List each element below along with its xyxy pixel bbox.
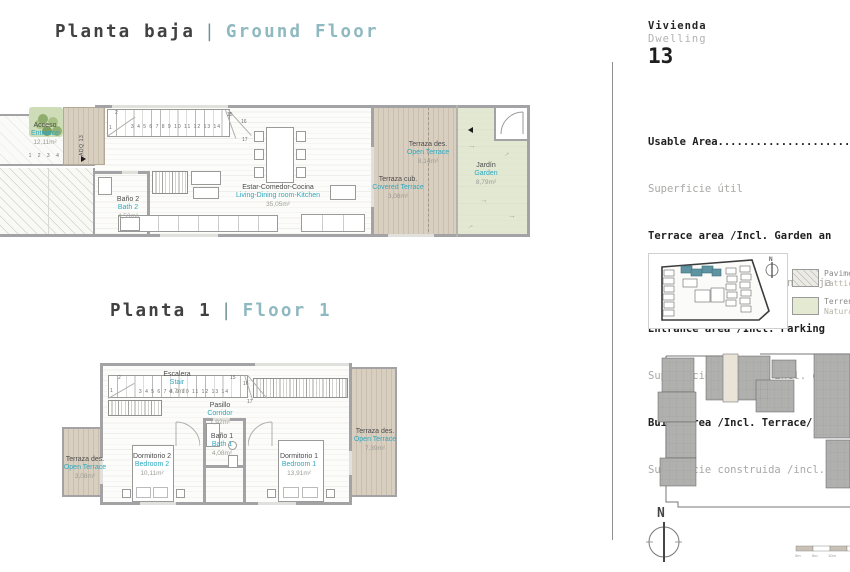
legend-lattice-line2: Lattic — [824, 279, 850, 288]
chair — [254, 131, 264, 142]
f1-wall-bottom — [100, 502, 352, 505]
svg-text:N: N — [769, 256, 773, 263]
ground-title-es: Planta baja — [55, 22, 196, 42]
window-bottom — [388, 234, 434, 237]
legend-swatch-lattice — [792, 269, 819, 287]
pillow — [302, 487, 318, 498]
area-line-usable-es: Superficie útil — [648, 182, 743, 195]
room-label-stair: Escalera Stair 4,7m² — [163, 371, 191, 395]
highlighted-unit — [722, 353, 739, 403]
closet — [108, 400, 162, 416]
f1-stair-num-15: 15 — [230, 375, 236, 381]
page: Planta baja | Ground Floor Planta 1 | Floor … — [0, 0, 850, 572]
legend-natural-line2: Natura — [824, 307, 850, 316]
floor1-plan: 1 2 3 4 5 6 7 8 9 10 11 12 13 14 15 16 1… — [62, 363, 398, 507]
f1-stair-num-1: 1 — [110, 388, 113, 394]
room-label-terrace-right: Terraza des. Open Terrace 7,39m² — [353, 428, 397, 452]
garden-arrow-icon: → — [468, 141, 476, 150]
chair — [254, 167, 264, 178]
nightstand — [267, 489, 276, 498]
svg-text:N: N — [657, 506, 665, 521]
garden-gate — [494, 107, 527, 141]
terrace-dashed-line — [428, 107, 429, 237]
f1-window-top — [255, 363, 350, 366]
sofa — [301, 214, 365, 232]
stair-num-run: 3 4 5 6 7 8 9 10 11 12 13 14 — [130, 124, 222, 130]
kitchen-counter — [191, 171, 221, 185]
dwelling-number: 13 — [648, 44, 674, 68]
nightstand — [176, 489, 185, 498]
site-plan — [657, 353, 850, 508]
floor1-title-es: Planta 1 — [110, 301, 212, 321]
room-label-bath1: Baño 1 Bath 1 4,08m² — [210, 433, 234, 457]
ground-floor-plan: ADQ 13 1 2 3 4 5 6 7 8 9 10 11 12 13 14 … — [0, 105, 530, 237]
legend-lattice-line1: Pavime — [824, 269, 850, 278]
shower-unit — [152, 171, 188, 194]
gate-arrow-icon — [468, 127, 473, 133]
window-bottom — [160, 234, 218, 237]
f1-stair-num-2: 2 — [118, 375, 121, 381]
legend-natural-line1: Terren — [824, 297, 850, 306]
ground-title-en: Ground Floor — [225, 22, 379, 42]
parking-divider — [48, 168, 49, 234]
room-label-garden: Jardín Garden 8,79m² — [474, 162, 498, 186]
ground-title-separator: | — [204, 22, 217, 42]
f1-window-bottom — [258, 502, 296, 505]
scale-bar: 0m 5m 10m — [795, 545, 850, 558]
svg-text:5m: 5m — [812, 553, 818, 558]
room-label-covered-terrace: Terraza cub. Covered Terrace 3,08m² — [372, 176, 424, 200]
bath2-door — [122, 171, 138, 174]
room-label-corridor: Pasillo Corridor 1,92m² — [207, 402, 233, 426]
room-label-bedroom2: Dormitorio 2 Bedroom 2 10,11m² — [132, 453, 172, 477]
room-label-entrance: Acceso Entrance 12,11m² — [30, 122, 60, 146]
room-label-bath2: Baño 2 Bath 2 4,53m² — [116, 196, 140, 220]
pillow — [136, 487, 151, 498]
stair-num-1: 1 — [109, 125, 112, 131]
f1-door-right-terrace — [349, 451, 352, 475]
room-label-living: Estar-Comedor-Cocina Living-Dining room-… — [235, 184, 321, 208]
svg-text:10m: 10m — [828, 553, 836, 558]
dining-table — [266, 127, 294, 183]
area-line-terrace-en: Terrace area /Incl. Garden an — [648, 229, 832, 242]
f1-wall-bath-right — [243, 418, 246, 502]
wardrobe — [253, 378, 348, 398]
ground-floor-title: Planta baja | Ground Floor — [55, 22, 379, 42]
room-label-bedroom1: Dormitorio 1 Bedroom 1 13,91m² — [279, 453, 319, 477]
f1-wall-bath-bottom — [203, 465, 245, 468]
entry-step-numbers: 1 2 3 4 — [28, 153, 62, 159]
room-label-terrace-left: Terraza des. Open Terrace 3,08m² — [63, 456, 107, 480]
terrace-area — [374, 107, 457, 237]
svg-text:0m: 0m — [795, 553, 801, 558]
stair-num-2: 2 — [115, 110, 118, 116]
vertical-divider — [612, 62, 613, 540]
chair — [296, 167, 306, 178]
chair — [254, 149, 264, 160]
entry-arrow-icon — [81, 156, 86, 162]
garden-arrow-icon: → — [508, 211, 516, 220]
wall-right — [527, 105, 530, 237]
f1-window-bottom — [140, 502, 176, 505]
floor1-title-en: Floor 1 — [242, 301, 332, 321]
floor1-title: Planta 1 | Floor 1 — [110, 301, 332, 321]
chair — [296, 131, 306, 142]
window-top — [112, 105, 228, 108]
nightstand — [122, 489, 131, 498]
site-locator-map: N — [648, 253, 788, 329]
stair-num-16: 16 — [241, 119, 247, 125]
pillow — [153, 487, 168, 498]
legend-swatch-natural — [792, 297, 819, 315]
north-compass-icon: N — [646, 506, 682, 562]
f1-stair-num-16: 16 — [243, 381, 249, 387]
stair-num-17: 17 — [242, 137, 248, 143]
dwelling-label-es: Vivienda — [648, 20, 707, 32]
chair — [296, 149, 306, 160]
gate-door-arc — [500, 111, 524, 135]
wall-bottom — [0, 234, 530, 237]
nightstand — [326, 489, 335, 498]
stair-num-15: 15 — [227, 112, 233, 118]
toilet — [98, 177, 112, 195]
pillow — [283, 487, 299, 498]
area-line-usable-en: Usable Area.............................… — [648, 136, 850, 149]
floor1-title-separator: | — [220, 301, 234, 321]
